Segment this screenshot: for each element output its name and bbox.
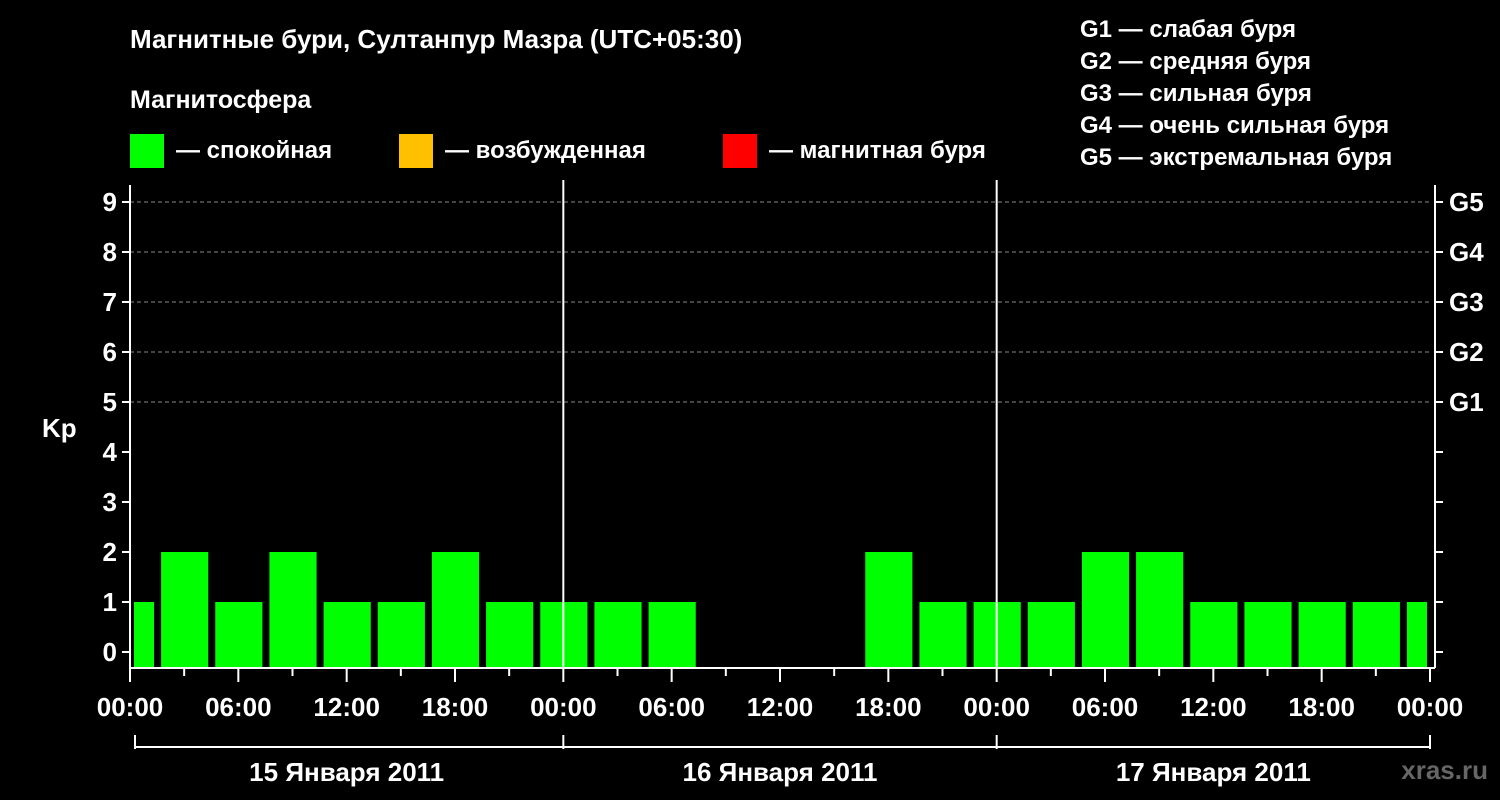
storm-level-tick-label: G5 [1449,187,1484,217]
storm-level-tick-label: G3 [1449,287,1484,317]
y-tick-label: 4 [103,437,118,467]
kp-bar [648,602,696,668]
x-tick-label: 18:00 [855,692,922,722]
kp-bar [865,552,913,668]
kp-bar [215,602,263,668]
y-axis-label: Kp [42,413,77,443]
kp-bar [919,602,967,668]
kp-bar [594,602,642,668]
x-tick-label: 18:00 [422,692,489,722]
kp-bar [1136,552,1184,668]
storm-level-tick-label: G4 [1449,237,1484,267]
y-tick-label: 8 [103,237,117,267]
kp-bar [1244,602,1292,668]
x-tick-label: 00:00 [963,692,1030,722]
kp-bar [134,602,155,668]
y-tick-label: 1 [103,587,117,617]
y-tick-label: 3 [103,487,117,517]
day-label: 15 Января 2011 [249,757,444,787]
kp-bar [431,552,480,668]
kp-bar [1406,602,1427,668]
kp-bar [377,602,425,668]
kp-bar [269,552,317,668]
y-tick-label: 0 [103,637,117,667]
storm-level-tick-label: G2 [1449,337,1484,367]
storm-level-tick-label: G1 [1449,387,1484,417]
kp-bar [161,552,209,668]
kp-bar [323,602,371,668]
x-tick-label: 06:00 [638,692,705,722]
x-tick-label: 00:00 [97,692,164,722]
y-tick-label: 6 [103,337,117,367]
y-tick-label: 2 [103,537,117,567]
x-tick-label: 00:00 [1397,692,1464,722]
x-tick-label: 12:00 [747,692,814,722]
y-tick-label: 9 [103,187,117,217]
kp-bar [1298,602,1346,668]
x-tick-label: 12:00 [313,692,380,722]
kp-bar-chart: 0 1 2 3 4 5 6 7 8 9 G1 G2 G3 G4 G5 Kp 00:00 06:00 12:00 18:… [42,180,1484,787]
x-tick-label: 06:00 [1072,692,1139,722]
x-tick-label: 06:00 [205,692,272,722]
kp-bar [1190,602,1238,668]
day-label: 17 Января 2011 [1116,757,1311,787]
x-tick-label: 18:00 [1288,692,1355,722]
kp-bar [1352,602,1400,668]
kp-bar [1081,552,1130,668]
x-tick-label: 00:00 [530,692,597,722]
watermark: xras.ru [1401,755,1488,785]
kp-bar [486,602,534,668]
kp-bar [1027,602,1075,668]
x-tick-label: 12:00 [1180,692,1247,722]
day-label: 16 Января 2011 [683,757,878,787]
y-tick-label: 7 [103,287,117,317]
y-tick-label: 5 [103,387,117,417]
